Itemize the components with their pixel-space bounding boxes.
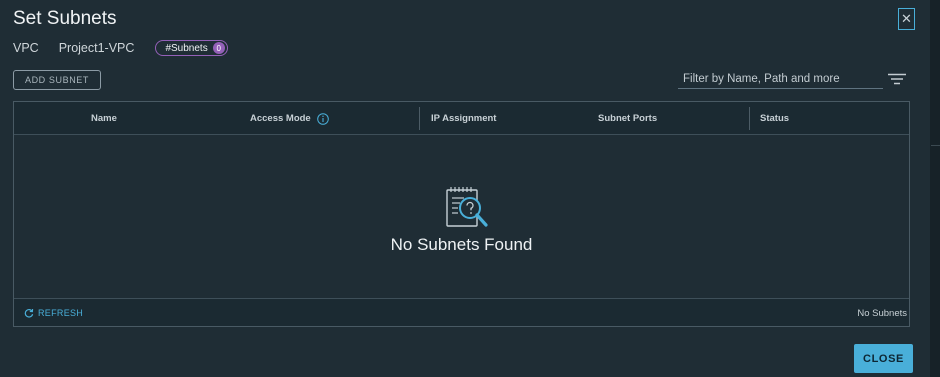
subnets-grid: Name Access Mode IP Assignment Subnet Po…: [13, 101, 910, 327]
grid-footer: REFRESH No Subnets: [14, 298, 909, 326]
grid-header: Name Access Mode IP Assignment Subnet Po…: [14, 102, 909, 135]
refresh-button[interactable]: REFRESH: [24, 299, 83, 327]
refresh-icon: [24, 308, 34, 318]
column-separator[interactable]: [749, 107, 750, 130]
empty-message: No Subnets Found: [390, 235, 533, 254]
column-header-name[interactable]: Name: [91, 102, 117, 135]
column-separator[interactable]: [419, 107, 420, 130]
info-icon[interactable]: [316, 112, 329, 125]
set-subnets-dialog: Set Subnets ✕ VPC Project1-VPC #Subnets …: [0, 0, 940, 377]
vpc-info: VPC Project1-VPC #Subnets 0: [13, 40, 228, 56]
vpc-name: Project1-VPC: [58, 41, 135, 55]
badge-label: #Subnets: [165, 42, 208, 54]
close-icon[interactable]: ✕: [898, 8, 915, 30]
filter-icon[interactable]: [888, 73, 906, 85]
column-header-status[interactable]: Status: [760, 102, 789, 135]
grid-empty-state: No Subnets Found: [14, 136, 909, 298]
refresh-label: REFRESH: [38, 308, 84, 318]
background-panel-edge: [930, 0, 940, 377]
column-header-label: Access Mode: [250, 113, 311, 124]
vpc-label: VPC: [13, 41, 39, 55]
dialog-title: Set Subnets: [13, 8, 117, 29]
grid-item-count: No Subnets: [857, 307, 907, 319]
badge-count: 0: [212, 42, 225, 54]
column-header-subnet-ports[interactable]: Subnet Ports: [598, 102, 657, 135]
add-subnet-button[interactable]: ADD SUBNET: [13, 70, 101, 90]
column-header-ip-assignment[interactable]: IP Assignment: [431, 102, 496, 135]
close-button[interactable]: CLOSE: [854, 344, 913, 373]
column-header-access-mode[interactable]: Access Mode: [250, 102, 329, 135]
notepad-search-icon: [446, 187, 488, 227]
filter-input[interactable]: [678, 70, 883, 89]
subnets-count-badge: #Subnets 0: [155, 40, 228, 56]
divider: [931, 145, 940, 146]
